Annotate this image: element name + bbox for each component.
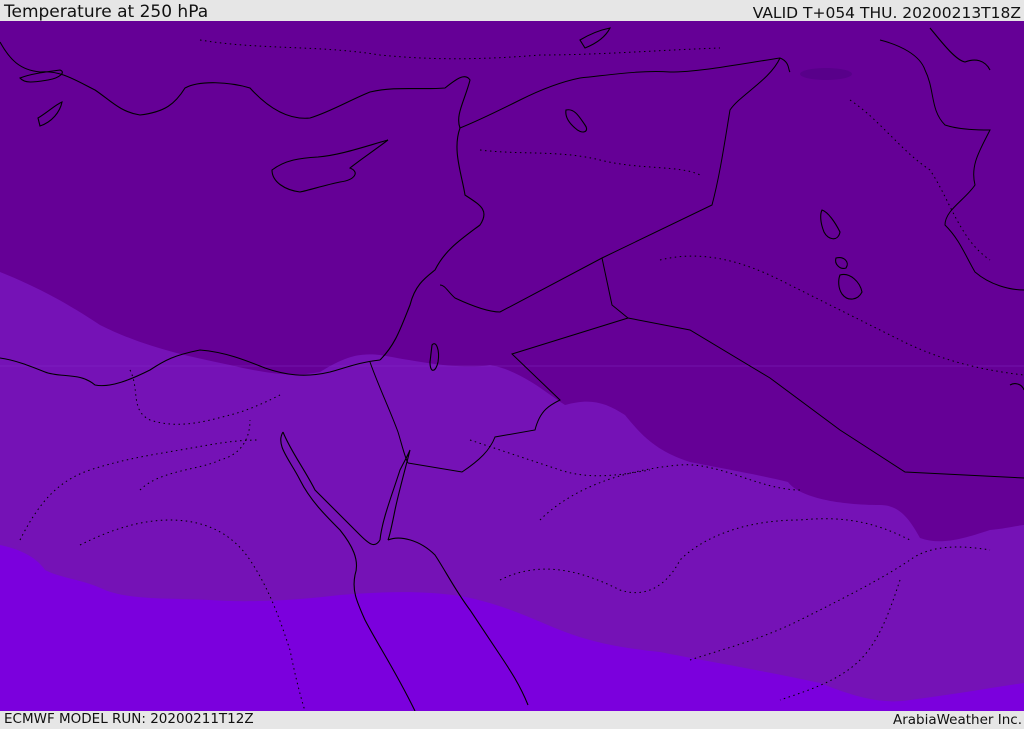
map-panel[interactable]: [0, 21, 1024, 711]
cold-pocket: [800, 68, 852, 80]
model-run-label: ECMWF MODEL RUN: 20200211T12Z: [4, 711, 254, 727]
map-title: Temperature at 250 hPa: [4, 2, 209, 22]
map-canvas: [0, 21, 1024, 711]
header-bar: Temperature at 250 hPa VALID T+054 THU. …: [0, 0, 1024, 22]
valid-time-label: VALID T+054 THU. 20200213T18Z: [752, 4, 1021, 22]
credit-label: ArabiaWeather Inc.: [892, 712, 1022, 728]
footer-bar: ECMWF MODEL RUN: 20200211T12Z ArabiaWeat…: [0, 711, 1024, 729]
